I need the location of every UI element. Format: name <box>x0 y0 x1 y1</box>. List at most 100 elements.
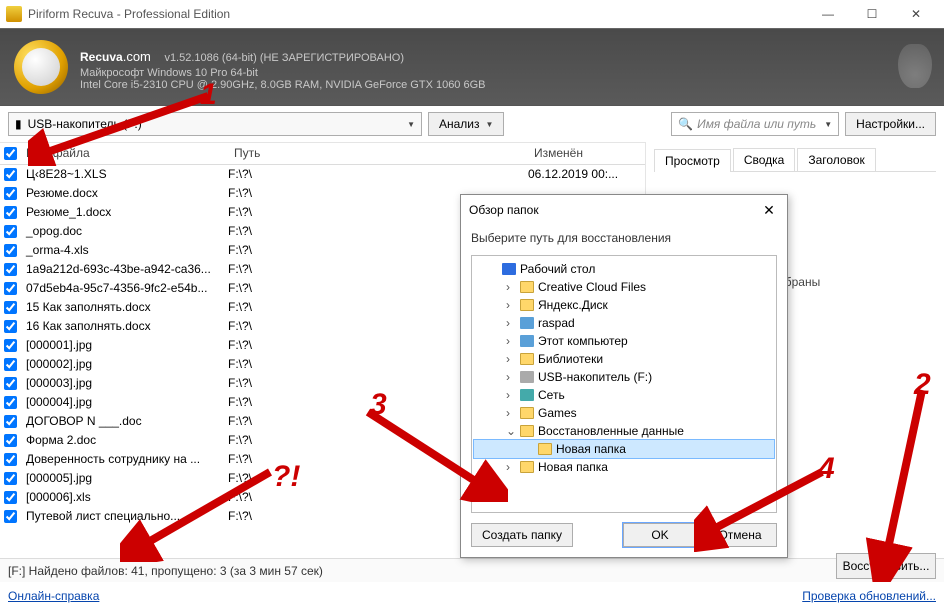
window-titlebar: Piriform Recuva - Professional Edition —… <box>0 0 944 28</box>
row-checkbox[interactable] <box>0 415 20 428</box>
tree-node[interactable]: › raspad <box>474 314 774 332</box>
row-checkbox[interactable] <box>0 282 20 295</box>
row-checkbox[interactable] <box>0 434 20 447</box>
dialog-title: Обзор папок <box>469 203 539 217</box>
chevron-down-icon: ▼ <box>486 120 494 129</box>
row-checkbox[interactable] <box>0 339 20 352</box>
row-checkbox[interactable] <box>0 453 20 466</box>
tree-label: Новая папка <box>538 460 608 474</box>
tree-node[interactable]: ›Сеть <box>474 386 774 404</box>
file-name-cell: Резюме_1.docx <box>20 205 228 219</box>
row-checkbox[interactable] <box>0 168 20 181</box>
expander-icon[interactable]: › <box>506 298 516 312</box>
tab-preview[interactable]: Просмотр <box>654 149 731 172</box>
tab-summary[interactable]: Сводка <box>733 148 796 171</box>
expander-icon[interactable]: › <box>506 388 516 402</box>
status-bar: [F:] Найдено файлов: 41, пропущено: 3 (з… <box>0 558 944 582</box>
tree-label: Рабочий стол <box>520 262 595 276</box>
expander-icon[interactable]: › <box>506 280 516 294</box>
status-text: [F:] Найдено файлов: 41, пропущено: 3 (з… <box>8 564 323 578</box>
tree-label: USB-накопитель (F:) <box>538 370 652 384</box>
tree-label: Creative Cloud Files <box>538 280 646 294</box>
brand-name: Recuva.com v1.52.1086 (64-bit) (НЕ ЗАРЕГ… <box>80 44 486 67</box>
expander-icon[interactable]: › <box>506 352 516 366</box>
version-text: v1.52.1086 (64-bit) (НЕ ЗАРЕГИСТРИРОВАНО… <box>164 52 404 64</box>
new-folder-button[interactable]: Создать папку <box>471 523 573 547</box>
cancel-button[interactable]: Отмена <box>703 523 777 547</box>
expander-icon[interactable]: › <box>506 406 516 420</box>
file-name-cell: [000003].jpg <box>20 376 228 390</box>
file-name-cell: Ц‹8E28~1.XLS <box>20 167 228 181</box>
recover-button[interactable]: Восстановить... <box>836 553 936 579</box>
search-input[interactable]: 🔍 Имя файла или путь ▼ <box>671 112 839 136</box>
expander-icon[interactable]: › <box>506 334 516 348</box>
tab-summary-label: Сводка <box>744 153 785 167</box>
row-checkbox[interactable] <box>0 510 20 523</box>
folder-tree[interactable]: Рабочий стол › Creative Cloud Files › Яндекс… <box>471 255 777 513</box>
settings-button[interactable]: Настройки... <box>845 112 936 136</box>
file-name-cell: 16 Как заполнять.docx <box>20 319 228 333</box>
file-name-cell: 15 Как заполнять.docx <box>20 300 228 314</box>
select-all-checkbox[interactable] <box>0 147 20 160</box>
tree-label: Games <box>538 406 577 420</box>
expander-icon[interactable]: › <box>506 460 516 474</box>
col-name[interactable]: Имя файла <box>20 146 228 160</box>
row-checkbox[interactable] <box>0 244 20 257</box>
ok-button[interactable]: OK <box>623 523 697 547</box>
os-info: Майкрософт Windows 10 Pro 64-bit <box>80 67 486 79</box>
row-checkbox[interactable] <box>0 263 20 276</box>
row-checkbox[interactable] <box>0 187 20 200</box>
folder-icon <box>538 443 552 455</box>
tree-node[interactable]: Рабочий стол <box>474 260 774 278</box>
dialog-close-button[interactable]: ✕ <box>759 202 779 219</box>
row-checkbox[interactable] <box>0 358 20 371</box>
row-checkbox[interactable] <box>0 491 20 504</box>
update-link[interactable]: Проверка обновлений... <box>802 589 936 603</box>
maximize-button[interactable]: ☐ <box>850 0 894 28</box>
tree-node[interactable]: ⌄Восстановленные данные <box>474 422 774 440</box>
tree-label: Библиотеки <box>538 352 603 366</box>
net-icon <box>520 389 534 401</box>
analyze-label: Анализ <box>439 117 480 131</box>
help-link[interactable]: Онлайн-справка <box>8 589 99 603</box>
tree-node[interactable]: › Новая папка <box>474 458 774 476</box>
col-modified[interactable]: Изменён <box>528 146 645 160</box>
file-name-cell: Путевой лист специально... <box>20 509 228 523</box>
tree-node[interactable]: › Creative Cloud Files <box>474 278 774 296</box>
expander-icon[interactable]: ⌄ <box>506 424 516 438</box>
row-checkbox[interactable] <box>0 472 20 485</box>
tree-node[interactable]: ›Этот компьютер <box>474 332 774 350</box>
ok-label: OK <box>651 528 668 542</box>
file-row[interactable]: Ц‹8E28~1.XLSF:\?\06.12.2019 00:... <box>0 165 645 184</box>
expander-icon[interactable]: › <box>506 370 516 384</box>
tree-node[interactable]: Новая папка <box>474 440 774 458</box>
row-checkbox[interactable] <box>0 396 20 409</box>
row-checkbox[interactable] <box>0 301 20 314</box>
dialog-titlebar: Обзор папок ✕ <box>461 195 787 225</box>
row-checkbox[interactable] <box>0 206 20 219</box>
tree-node[interactable]: › Библиотеки <box>474 350 774 368</box>
tree-label: raspad <box>538 316 575 330</box>
row-checkbox[interactable] <box>0 225 20 238</box>
tab-header-label: Заголовок <box>808 153 864 167</box>
tree-node[interactable]: › Яндекс.Диск <box>474 296 774 314</box>
tab-header[interactable]: Заголовок <box>797 148 875 171</box>
file-name-cell: [000004].jpg <box>20 395 228 409</box>
minimize-button[interactable]: — <box>806 0 850 28</box>
pc-icon <box>520 317 534 329</box>
browse-folder-dialog: Обзор папок ✕ Выберите путь для восстано… <box>460 194 788 558</box>
folder-icon <box>520 425 534 437</box>
col-path[interactable]: Путь <box>228 146 528 160</box>
expander-icon[interactable]: › <box>506 316 516 330</box>
tree-node[interactable]: › USB-накопитель (F:) <box>474 368 774 386</box>
file-name-cell: _opog.doc <box>20 224 228 238</box>
folder-icon <box>520 461 534 473</box>
tree-label: Яндекс.Диск <box>538 298 608 312</box>
drive-selector[interactable]: ▮ USB-накопитель (F:) ▼ <box>8 112 422 136</box>
file-name-cell: 07d5eb4a-95c7-4356-9fc2-e54b... <box>20 281 228 295</box>
tree-node[interactable]: › Games <box>474 404 774 422</box>
analyze-button[interactable]: Анализ ▼ <box>428 112 504 136</box>
row-checkbox[interactable] <box>0 377 20 390</box>
close-button[interactable]: ✕ <box>894 0 938 28</box>
row-checkbox[interactable] <box>0 320 20 333</box>
